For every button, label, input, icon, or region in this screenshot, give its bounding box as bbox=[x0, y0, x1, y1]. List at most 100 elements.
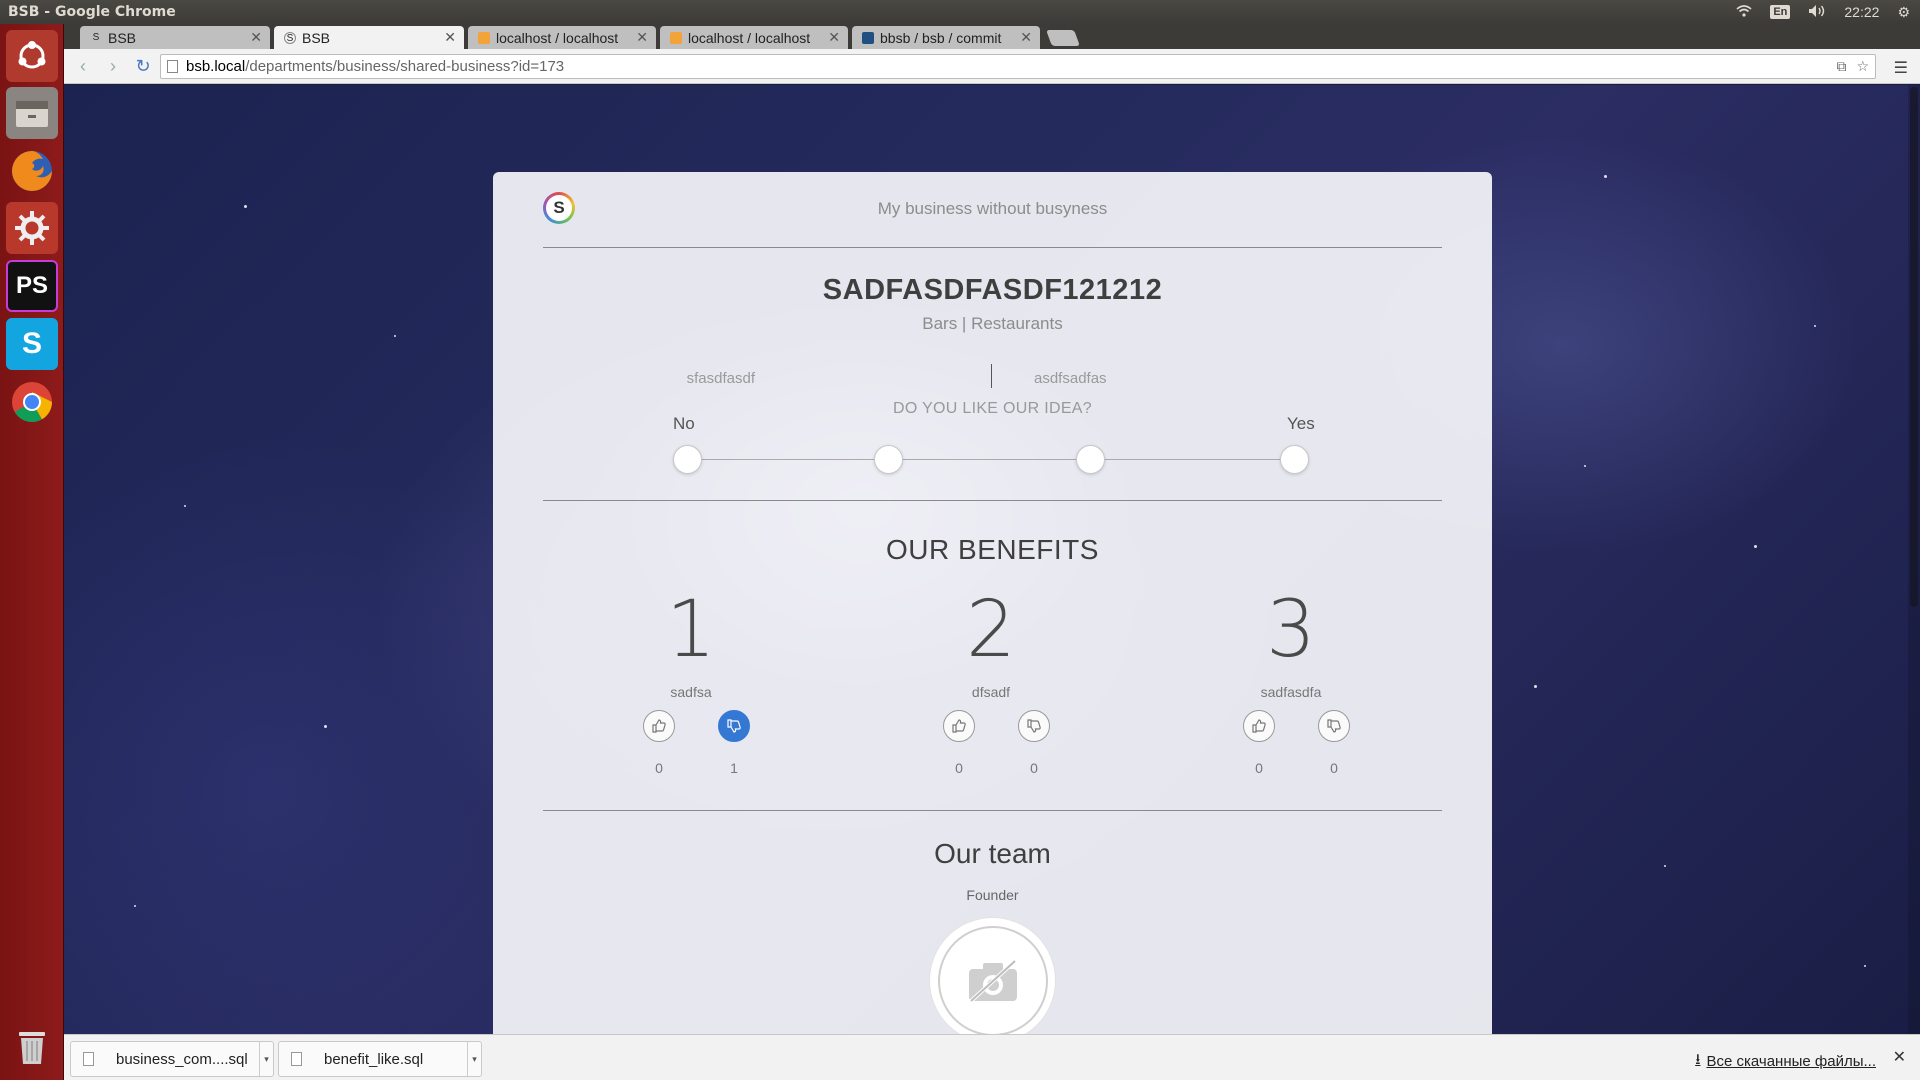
scrollbar-thumb[interactable] bbox=[1910, 87, 1918, 607]
idea-question: DO YOU LIKE OUR IDEA? bbox=[893, 400, 1092, 417]
rating-option-3[interactable] bbox=[1076, 445, 1105, 474]
browser-toolbar: ‹ › ↻ bsb.local/departments/business/sha… bbox=[64, 49, 1920, 84]
session-gear-icon[interactable]: ⚙ bbox=[1897, 4, 1910, 21]
firefox-icon[interactable] bbox=[6, 145, 58, 197]
bsb-favicon-icon: S bbox=[92, 31, 100, 43]
rating-option-2[interactable] bbox=[874, 445, 903, 474]
dislike-button[interactable] bbox=[1318, 710, 1350, 742]
like-button[interactable] bbox=[943, 710, 975, 742]
benefit-name: sadfsa bbox=[670, 684, 712, 700]
trash-icon[interactable] bbox=[6, 1020, 58, 1072]
dislike-button[interactable] bbox=[718, 710, 750, 742]
benefit-number: 1 bbox=[666, 585, 716, 675]
files-icon[interactable] bbox=[6, 87, 58, 139]
dislike-count: 1 bbox=[730, 760, 738, 776]
business-category: Bars | Restaurants bbox=[922, 314, 1063, 333]
benefit-number: 2 bbox=[966, 585, 1016, 675]
download-item[interactable]: benefit_like.sql ▾ bbox=[278, 1041, 482, 1077]
forward-icon[interactable]: › bbox=[98, 56, 128, 77]
window-title: BSB - Google Chrome bbox=[8, 4, 176, 20]
download-arrow-icon: ⭳ bbox=[1695, 1051, 1701, 1068]
download-shelf: business_com....sql ▾ benefit_like.sql ▾… bbox=[64, 1034, 1920, 1080]
business-name: SADFASDFASDF121212 bbox=[822, 274, 1163, 306]
left-info-text: sfasdfasdf bbox=[686, 370, 755, 387]
scale-no-label: No bbox=[673, 414, 695, 433]
chrome-icon[interactable] bbox=[6, 376, 58, 428]
thumbs-up-icon bbox=[1252, 719, 1266, 733]
team-title: Our team bbox=[934, 838, 1051, 869]
translate-icon[interactable]: ⧉ bbox=[1836, 58, 1846, 75]
benefit-name: dfsadf bbox=[971, 684, 1011, 700]
rating-option-4[interactable] bbox=[1280, 445, 1309, 474]
page-scrollbar[interactable] bbox=[1908, 85, 1920, 1034]
founder-label: Founder bbox=[966, 887, 1019, 903]
new-tab-button[interactable] bbox=[1046, 30, 1080, 46]
business-card: S My business without busyness SADFASDFA… bbox=[493, 172, 1492, 1034]
dislike-count: 0 bbox=[1330, 760, 1338, 776]
close-tab-icon[interactable]: ✕ bbox=[1020, 29, 1032, 46]
url-path: /departments/business/shared-business?id… bbox=[245, 58, 565, 75]
dislike-button[interactable] bbox=[1018, 710, 1050, 742]
bookmark-star-icon[interactable]: ☆ bbox=[1856, 58, 1869, 75]
tab-phpmyadmin-1[interactable]: localhost / localhost ✕ bbox=[468, 26, 656, 49]
tagline: My business without busyness bbox=[877, 199, 1108, 218]
phpmyadmin-favicon-icon bbox=[478, 31, 490, 44]
system-top-panel: BSB - Google Chrome En 22:22 ⚙ bbox=[0, 0, 1920, 24]
reload-icon[interactable]: ↻ bbox=[128, 56, 158, 77]
page-viewport: S My business without busyness SADFASDFA… bbox=[64, 85, 1920, 1034]
show-all-downloads-link[interactable]: ⭳ Все скачанные файлы... bbox=[1695, 1049, 1876, 1074]
like-count: 0 bbox=[955, 760, 963, 776]
like-button[interactable] bbox=[643, 710, 675, 742]
thumbs-up-icon bbox=[952, 719, 966, 733]
keyboard-layout-indicator[interactable]: En bbox=[1770, 5, 1791, 19]
download-filename: business_com....sql bbox=[116, 1050, 248, 1068]
tab-bsb-1[interactable]: S BSB ✕ bbox=[80, 26, 270, 49]
benefits-title: OUR BENEFITS bbox=[886, 534, 1099, 565]
info-separator bbox=[991, 364, 992, 388]
tab-bitbucket[interactable]: bbsb / bsb / commit ✕ bbox=[852, 26, 1040, 49]
address-bar[interactable]: bsb.local/departments/business/shared-bu… bbox=[160, 54, 1876, 79]
clock[interactable]: 22:22 bbox=[1844, 4, 1879, 20]
unity-launcher: PS S bbox=[0, 24, 64, 1080]
volume-icon[interactable] bbox=[1808, 4, 1826, 21]
close-tab-icon[interactable]: ✕ bbox=[250, 29, 262, 46]
right-info-text: asdfsadfas bbox=[1034, 370, 1107, 387]
benefit-item: 1 sadfsa 0 1 bbox=[611, 584, 771, 776]
download-filename: benefit_like.sql bbox=[324, 1050, 424, 1068]
wifi-icon[interactable] bbox=[1736, 4, 1752, 20]
ubuntu-dash-icon[interactable] bbox=[6, 30, 58, 82]
like-button[interactable] bbox=[1243, 710, 1275, 742]
back-icon[interactable]: ‹ bbox=[68, 56, 98, 77]
tab-phpmyadmin-2[interactable]: localhost / localhost ✕ bbox=[660, 26, 848, 49]
close-tab-icon[interactable]: ✕ bbox=[636, 29, 648, 46]
rating-option-1[interactable] bbox=[673, 445, 702, 474]
download-item[interactable]: business_com....sql ▾ bbox=[70, 1041, 274, 1077]
like-count: 0 bbox=[1255, 760, 1263, 776]
benefit-name: sadfasdfa bbox=[1260, 684, 1322, 700]
benefit-number: 3 bbox=[1266, 585, 1316, 675]
founder-avatar[interactable] bbox=[930, 918, 1055, 1034]
dislike-count: 0 bbox=[1030, 760, 1038, 776]
download-options-caret-icon[interactable]: ▾ bbox=[259, 1042, 273, 1076]
thumbs-down-icon bbox=[727, 719, 741, 733]
no-photo-icon bbox=[937, 925, 1048, 1034]
scale-yes-label: Yes bbox=[1287, 414, 1315, 433]
phpstorm-icon[interactable]: PS bbox=[6, 260, 58, 312]
page-icon bbox=[167, 60, 178, 73]
system-tray: En 22:22 ⚙ bbox=[1736, 4, 1920, 21]
file-icon bbox=[291, 1052, 302, 1066]
like-count: 0 bbox=[655, 760, 663, 776]
settings-icon[interactable] bbox=[6, 202, 58, 254]
file-icon bbox=[83, 1052, 94, 1066]
section-divider bbox=[543, 500, 1442, 501]
skype-icon[interactable]: S bbox=[6, 318, 58, 370]
section-divider bbox=[543, 810, 1442, 811]
download-options-caret-icon[interactable]: ▾ bbox=[467, 1042, 481, 1076]
tab-bsb-2[interactable]: S BSB ✕ bbox=[274, 26, 464, 49]
phpmyadmin-favicon-icon bbox=[670, 31, 682, 44]
close-tab-icon[interactable]: ✕ bbox=[828, 29, 840, 46]
chrome-menu-icon[interactable]: ☰ bbox=[1894, 58, 1908, 78]
close-download-shelf-icon[interactable]: ✕ bbox=[1893, 1047, 1906, 1067]
thumbs-up-icon bbox=[652, 719, 666, 733]
close-tab-icon[interactable]: ✕ bbox=[444, 29, 456, 46]
